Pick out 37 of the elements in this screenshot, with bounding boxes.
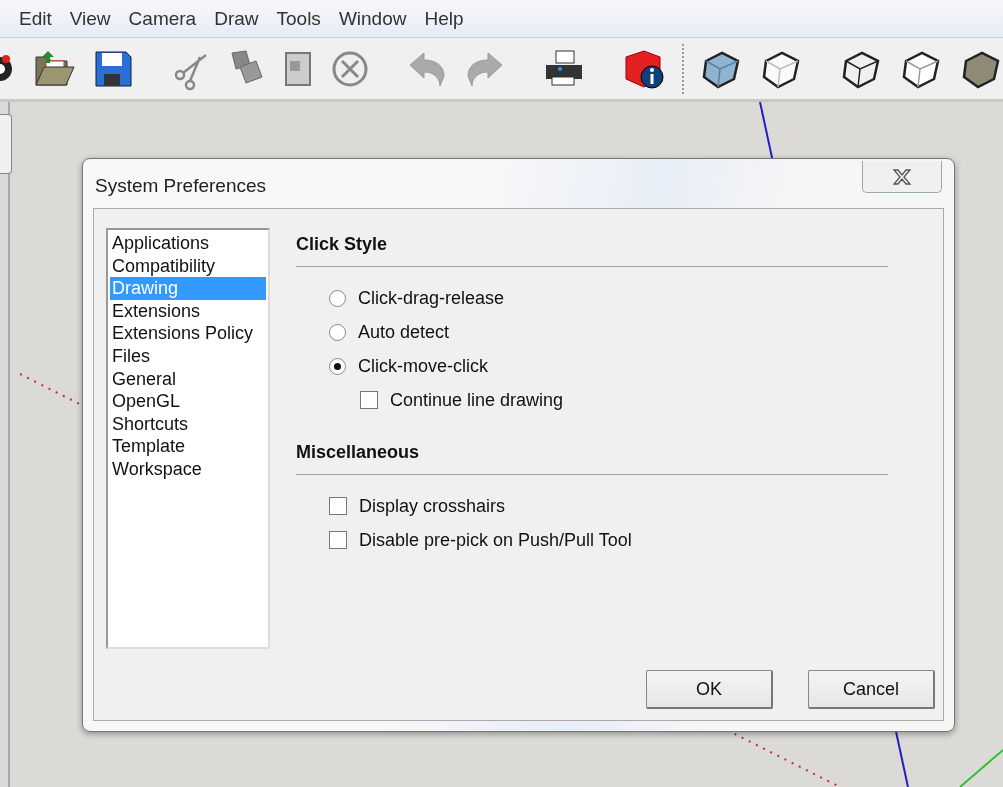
menu-item[interactable]: Window [329, 0, 416, 38]
list-item[interactable]: Shortcuts [110, 412, 266, 436]
cancel-button[interactable]: Cancel [808, 670, 935, 709]
section-heading: Click Style [296, 233, 389, 256]
radio-button[interactable] [329, 357, 346, 375]
checkbox[interactable] [329, 531, 347, 549]
list-item[interactable]: Workspace [110, 457, 266, 481]
close-icon [892, 168, 912, 185]
list-item[interactable]: Template [110, 435, 266, 458]
menu-item[interactable]: Tools [267, 0, 330, 38]
close-button[interactable] [862, 161, 942, 193]
list-item[interactable]: Extensions Policy [110, 322, 266, 345]
radio-label: Auto detect [358, 320, 450, 344]
menu-item[interactable]: View [60, 0, 120, 38]
ok-button[interactable]: OK [646, 670, 773, 709]
radio-button[interactable] [329, 323, 346, 341]
list-item[interactable]: General [110, 367, 266, 391]
radio-label: Click-move-click [358, 354, 488, 378]
window-title: System Preferences [95, 174, 267, 198]
checkbox[interactable] [360, 391, 378, 409]
list-item[interactable]: OpenGL [110, 390, 266, 413]
checkbox-label: Disable pre-pick on Push/Pull Tool [359, 528, 632, 552]
list-item[interactable]: Extensions [110, 299, 266, 323]
checkbox-label: Continue line drawing [390, 388, 564, 412]
list-item[interactable]: Applications [110, 232, 266, 255]
menu-item[interactable]: Edit [10, 0, 61, 38]
radio-label: Click-drag-release [358, 286, 505, 310]
menu-item[interactable]: Help [415, 0, 473, 38]
menu-item[interactable]: Camera [119, 0, 206, 38]
checkbox[interactable] [329, 497, 347, 515]
radio-button[interactable] [329, 289, 346, 307]
panel-tab[interactable] [0, 114, 12, 174]
section-heading: Miscellaneous [296, 441, 421, 464]
menu-item[interactable]: Draw [205, 0, 268, 38]
list-item[interactable]: Files [110, 344, 266, 368]
checkbox-label: Display crosshairs [359, 494, 506, 518]
list-item[interactable]: Compatibility [110, 254, 266, 278]
